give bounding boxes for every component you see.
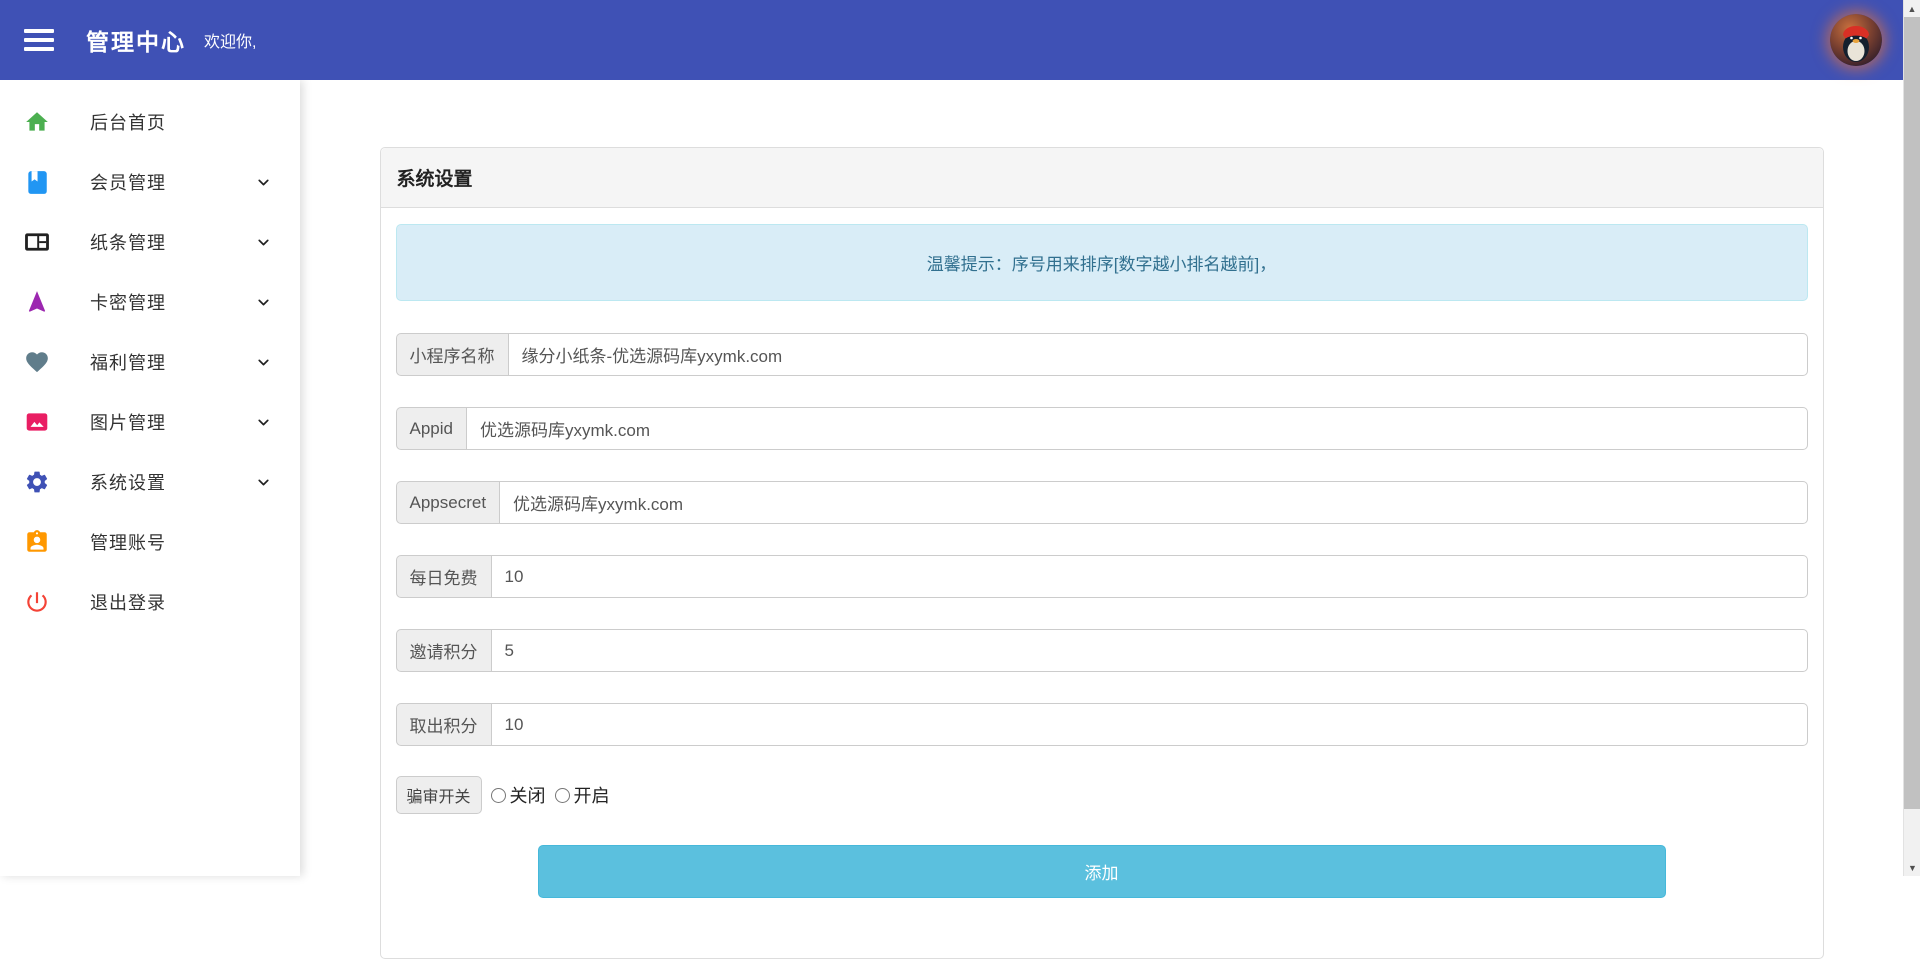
sidebar-nav: 后台首页 会员管理 纸条管理 卡密管理 福利管理 (0, 80, 300, 876)
appid-input[interactable] (466, 407, 1808, 450)
field-label: Appsecret (396, 481, 500, 524)
image-icon (24, 409, 50, 435)
gear-icon (24, 469, 50, 495)
sidebar-item-cardkeys[interactable]: 卡密管理 (0, 272, 300, 332)
chevron-down-icon (255, 354, 272, 371)
scroll-up-arrow-icon[interactable]: ▲ (1904, 0, 1920, 17)
withdraw-points-input[interactable] (491, 703, 1808, 746)
chevron-down-icon (255, 234, 272, 251)
info-alert: 温馨提示：序号用来排序[数字越小排名越前]， (396, 224, 1808, 301)
chevron-down-icon (255, 294, 272, 311)
book-icon (24, 169, 50, 195)
hamburger-menu-icon[interactable] (24, 29, 54, 51)
sidebar-item-logout[interactable]: 退出登录 (0, 572, 300, 632)
field-label: 每日免费 (396, 555, 491, 598)
panel-title: 系统设置 (381, 148, 1823, 208)
top-header: 管理中心 欢迎你, (0, 0, 1920, 80)
sidebar-item-members[interactable]: 会员管理 (0, 152, 300, 212)
chevron-down-icon (255, 174, 272, 191)
home-icon (24, 109, 50, 135)
welcome-text: 欢迎你, (204, 28, 256, 52)
form-row-withdraw-points: 取出积分 (396, 703, 1808, 746)
radio-option-label: 开启 (574, 782, 610, 808)
form-row-daily-free: 每日免费 (396, 555, 1808, 598)
power-icon (24, 589, 50, 615)
badge-icon (24, 529, 50, 555)
sidebar-item-dashboard[interactable]: 后台首页 (0, 92, 300, 152)
form-row-audit-switch: 骗审开关 关闭 开启 (396, 777, 1808, 813)
appsecret-input[interactable] (499, 481, 1807, 524)
field-label: Appid (396, 407, 466, 450)
field-label: 小程序名称 (396, 333, 508, 376)
page-title: 管理中心 (86, 23, 186, 57)
sidebar-item-benefits[interactable]: 福利管理 (0, 332, 300, 392)
user-avatar[interactable] (1830, 14, 1882, 66)
heart-icon (24, 349, 50, 375)
form-row-invite-points: 邀请积分 (396, 629, 1808, 672)
audit-on-radio[interactable] (555, 788, 570, 803)
navigation-icon (24, 289, 50, 315)
sidebar-item-notes[interactable]: 纸条管理 (0, 212, 300, 272)
audit-off-radio[interactable] (491, 788, 506, 803)
settings-panel: 系统设置 温馨提示：序号用来排序[数字越小排名越前]， 小程序名称 Appid … (380, 147, 1824, 959)
form-row-appsecret: Appsecret (396, 481, 1808, 524)
invite-points-input[interactable] (491, 629, 1808, 672)
scroll-down-arrow-icon[interactable]: ▼ (1904, 859, 1920, 876)
chevron-down-icon (255, 474, 272, 491)
main-content: 系统设置 温馨提示：序号用来排序[数字越小排名越前]， 小程序名称 Appid … (300, 80, 1903, 876)
form-row-miniapp-name: 小程序名称 (396, 333, 1808, 376)
daily-free-input[interactable] (491, 555, 1808, 598)
field-label: 邀请积分 (396, 629, 491, 672)
panel-body: 温馨提示：序号用来排序[数字越小排名越前]， 小程序名称 Appid Appse… (381, 208, 1823, 958)
sidebar-item-admin-account[interactable]: 管理账号 (0, 512, 300, 572)
form-row-appid: Appid (396, 407, 1808, 450)
field-label: 取出积分 (396, 703, 491, 746)
sidebar-item-settings[interactable]: 系统设置 (0, 452, 300, 512)
browser-scrollbar[interactable]: ▲ ▼ (1903, 0, 1920, 876)
sidebar-item-images[interactable]: 图片管理 (0, 392, 300, 452)
screen-icon (24, 229, 50, 255)
add-button[interactable]: 添加 (538, 845, 1666, 898)
chevron-down-icon (255, 414, 272, 431)
radio-option-label: 关闭 (510, 782, 546, 808)
miniapp-name-input[interactable] (508, 333, 1808, 376)
scrollbar-thumb[interactable] (1904, 17, 1920, 809)
field-label: 骗审开关 (396, 776, 482, 814)
